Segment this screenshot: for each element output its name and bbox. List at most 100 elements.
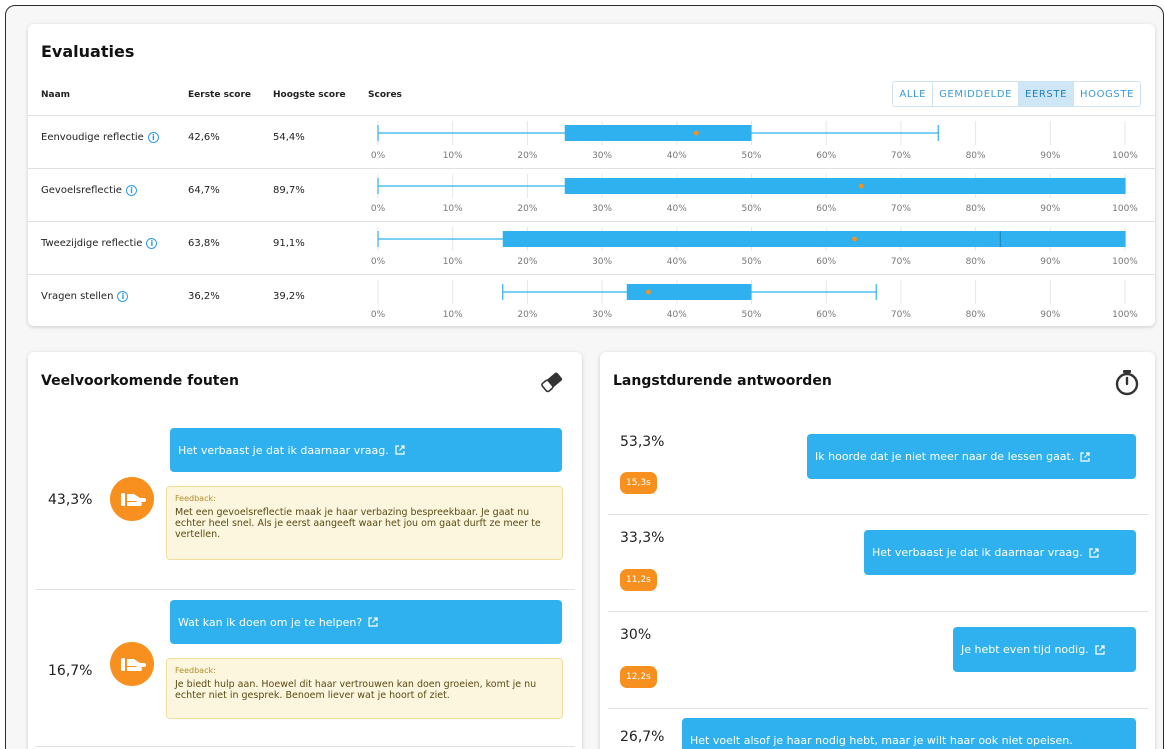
divider: [608, 514, 1148, 515]
tick-label: 90%: [1040, 151, 1060, 161]
filter-gemiddelde[interactable]: GEMIDDELDE: [933, 82, 1020, 106]
longest-answers-card: Langstdurende antwoorden 53,3% 15,3s Ik …: [600, 352, 1155, 749]
mean-dot: [858, 183, 864, 189]
feedback-label: Feedback:: [175, 494, 216, 503]
box: [502, 231, 1125, 247]
eval-high-score: 39,2%: [273, 291, 305, 302]
error-pct: 43,3%: [48, 492, 93, 508]
feedback-box: Feedback: Je biedt hulp aan. Hoewel dit …: [166, 658, 563, 719]
tick-label: 50%: [741, 151, 761, 161]
tick-label: 70%: [891, 310, 911, 320]
errors-title: Veelvoorkomende fouten: [41, 373, 239, 389]
divider: [36, 746, 575, 747]
answer-text: Je hebt even tijd nodig.: [961, 643, 1089, 656]
tick-label: 10%: [443, 257, 463, 267]
info-icon[interactable]: i: [146, 238, 158, 249]
answer-pct: 26,7%: [620, 729, 665, 745]
error-answer-bubble[interactable]: Het verbaast je dat ik daarnaar vraag.: [170, 428, 562, 472]
tick-label: 60%: [816, 310, 836, 320]
tick-label: 50%: [741, 204, 761, 214]
answer-bubble[interactable]: Het verbaast je dat ik daarnaar vraag.: [864, 530, 1136, 575]
tick-label: 80%: [966, 151, 986, 161]
filter-alle[interactable]: ALLE: [893, 82, 934, 106]
score-boxplot: 0% 10% 20% 30% 40% 50% 60% 70% 80% 90% 100%: [371, 174, 1138, 214]
divider: [608, 611, 1148, 612]
evaluaties-card: Evaluaties Naam Eerste score Hoogste sco…: [28, 24, 1155, 326]
score-filter: ALLE GEMIDDELDE EERSTE HOOGSTE: [892, 81, 1141, 107]
answer-pct: 30%: [620, 627, 652, 643]
answer-pct: 33,3%: [620, 530, 665, 546]
answer-bubble[interactable]: Je hebt even tijd nodig.: [953, 627, 1136, 672]
tick-label: 70%: [891, 151, 911, 161]
eval-name: Eenvoudige reflectie i: [41, 132, 159, 143]
answer-text: Het verbaast je dat ik daarnaar vraag.: [872, 546, 1083, 559]
box: [564, 178, 1125, 194]
tick-label: 80%: [966, 310, 986, 320]
info-icon[interactable]: i: [147, 132, 159, 143]
tick-label: 60%: [816, 257, 836, 267]
error-pct: 16,7%: [48, 663, 93, 679]
tick-label: 90%: [1040, 204, 1060, 214]
mean-dot: [852, 236, 857, 242]
eval-name: Tweezijdige reflectie i: [41, 238, 158, 249]
eval-high-score: 91,1%: [273, 238, 305, 249]
evaluaties-title: Evaluaties: [41, 42, 135, 61]
tick-label: 40%: [667, 257, 687, 267]
info-icon[interactable]: i: [117, 291, 129, 302]
divider: [36, 589, 575, 590]
external-link-icon[interactable]: [368, 617, 378, 627]
mean-dot: [646, 289, 651, 295]
external-link-icon[interactable]: [395, 445, 405, 455]
external-link-icon[interactable]: [1080, 451, 1090, 462]
answer-text: Het voelt alsof je haar nodig hebt, maar…: [690, 734, 1073, 747]
tick-label: 100%: [1112, 204, 1138, 214]
answer-bubble[interactable]: Het voelt alsof je haar nodig hebt, maar…: [682, 718, 1136, 749]
eval-name: Gevoelsreflectie i: [41, 185, 137, 196]
tick-label: 20%: [517, 204, 537, 214]
tick-label: 20%: [517, 151, 537, 161]
tick-label: 60%: [816, 151, 836, 161]
tick-label: 90%: [1040, 310, 1060, 320]
info-icon[interactable]: i: [125, 185, 137, 196]
tick-label: 50%: [741, 310, 761, 320]
tick-label: 50%: [741, 257, 761, 267]
box: [564, 125, 752, 141]
common-errors-card: Veelvoorkomende fouten 43,3% Het verbaas…: [28, 352, 582, 749]
tick-label: 70%: [891, 257, 911, 267]
eval-first-score: 63,8%: [188, 238, 220, 249]
tick-label: 80%: [966, 204, 986, 214]
answer-bubble[interactable]: Ik hoorde dat je niet meer naar de lesse…: [807, 434, 1136, 479]
score-boxplot: 0% 10% 20% 30% 40% 50% 60% 70% 80% 90% 100%: [371, 280, 1138, 320]
tick-label: 30%: [592, 151, 612, 161]
eval-first-score: 36,2%: [188, 291, 220, 302]
eval-first-score: 64,7%: [188, 185, 220, 196]
feedback-box: Feedback: Met een gevoelsreflectie maak …: [166, 486, 563, 560]
error-answer-text: Wat kan ik doen om je te helpen?: [178, 615, 363, 629]
col-head-high: Hoogste score: [273, 90, 346, 100]
tick-label: 30%: [592, 204, 612, 214]
tick-label: 60%: [816, 204, 836, 214]
tick-label: 40%: [667, 204, 687, 214]
tick-label: 30%: [592, 257, 612, 267]
eval-name: Vragen stellen i: [41, 291, 129, 302]
eval-high-score: 89,7%: [273, 185, 305, 196]
filter-hoogste[interactable]: HOOGSTE: [1074, 82, 1140, 106]
time-badge: 11,2s: [620, 569, 657, 591]
error-answer-bubble[interactable]: Wat kan ik doen om je te helpen?: [170, 600, 562, 644]
tick-label: 10%: [443, 204, 463, 214]
box: [626, 284, 752, 300]
filter-eerste[interactable]: EERSTE: [1019, 82, 1074, 106]
tick-label: 100%: [1112, 310, 1138, 320]
tick-label: 100%: [1112, 257, 1138, 267]
eval-row: Vragen stellen i 36,2% 39,2% 0% 10% 20% 30% 4…: [28, 274, 1155, 327]
col-head-name: Naam: [41, 90, 71, 100]
tick-label: 10%: [443, 310, 463, 320]
tick-label: 20%: [517, 310, 537, 320]
tick-label: 40%: [667, 151, 687, 161]
external-link-icon[interactable]: [1089, 547, 1099, 558]
score-boxplot: 0% 10% 20% 30% 40% 50% 60% 70% 80% 90% 100%: [371, 227, 1138, 267]
eval-name-text: Tweezijdige reflectie: [41, 238, 143, 249]
feedback-text: Met een gevoelsreflectie maak je haar ve…: [175, 507, 541, 540]
external-link-icon[interactable]: [1095, 644, 1105, 655]
col-head-first: Eerste score: [188, 90, 252, 100]
